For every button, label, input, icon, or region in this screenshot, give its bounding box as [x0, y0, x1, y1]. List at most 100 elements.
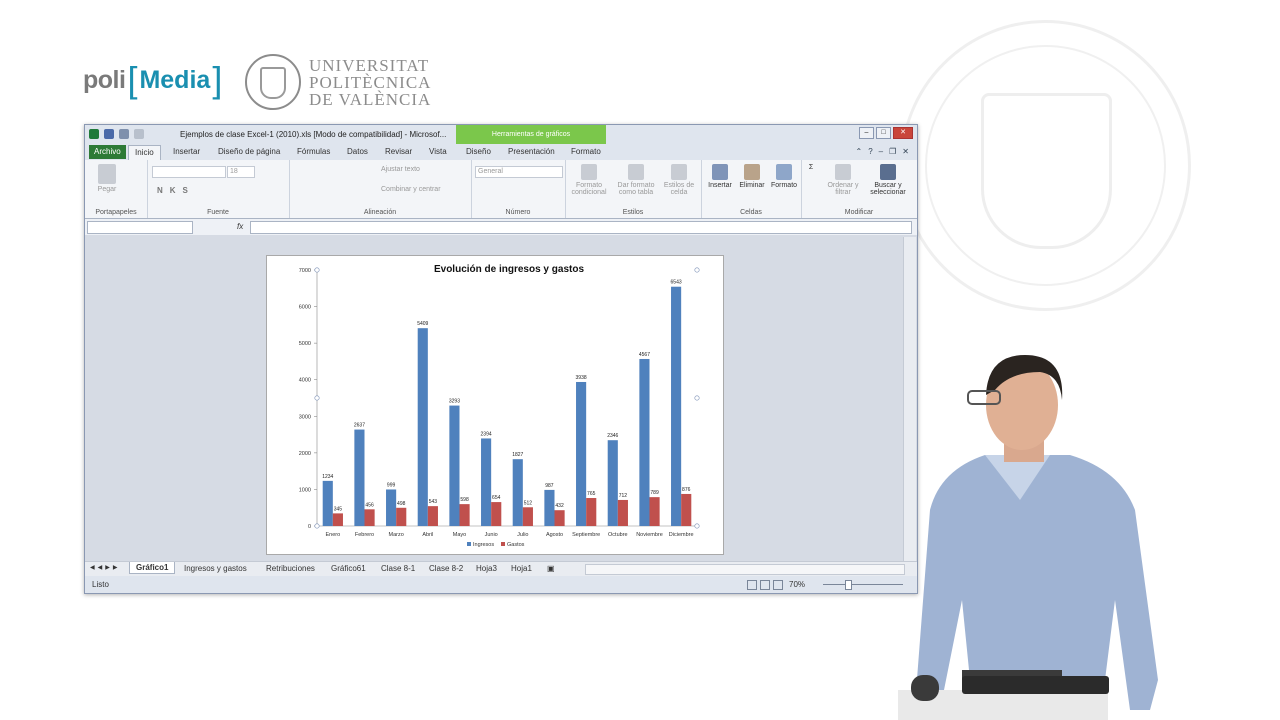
excel-app-icon[interactable] [89, 129, 99, 139]
data-label: 512 [524, 500, 533, 506]
upv-logo: UNIVERSITAT POLITÈCNICA DE VALÈNCIA [245, 54, 431, 110]
data-label: 654 [492, 495, 501, 501]
zoom-slider-handle[interactable] [845, 580, 852, 590]
tab-formulas[interactable]: Fórmulas [297, 147, 330, 156]
ribbon-help-controls: ⌃ ? – ❐ ✕ [856, 147, 909, 156]
sheet-tab-clase-8-2[interactable]: Clase 8-2 [429, 564, 463, 573]
normal-view-icon[interactable] [747, 580, 757, 590]
new-sheet-icon[interactable]: ▣ [547, 564, 555, 573]
wrap-text-button[interactable]: Ajustar texto [381, 166, 420, 173]
group-label-fuente: Fuente [207, 209, 229, 216]
bar-ingresos [354, 429, 365, 526]
help-icon[interactable]: ? [868, 147, 872, 156]
zoom-slider[interactable] [823, 584, 903, 585]
insert-function-icon[interactable]: fx [237, 222, 243, 231]
sheet-tab-hoja1[interactable]: Hoja1 [511, 564, 532, 573]
tab-diseno-pagina[interactable]: Diseño de página [218, 147, 280, 156]
bar-gastos [332, 513, 343, 526]
selection-handle [694, 523, 700, 529]
sheet-tab-clase-8-1[interactable]: Clase 8-1 [381, 564, 415, 573]
tab-insertar[interactable]: Insertar [173, 147, 200, 156]
cell-styles-button[interactable]: Estilos de celda [661, 164, 697, 196]
window-minimize-small-icon[interactable]: – [879, 147, 883, 156]
tab-vista[interactable]: Vista [429, 147, 447, 156]
worksheet-area: Evolución de ingresos y gastos 0 1000 2000 3… [85, 237, 903, 561]
bar-ingresos [576, 381, 587, 526]
tab-diseno[interactable]: Diseño [466, 147, 491, 156]
close-button[interactable]: ✕ [893, 127, 913, 139]
chart-area[interactable]: Evolución de ingresos y gastos 0 1000 2000 3… [266, 255, 724, 555]
find-select-button[interactable]: Buscar y seleccionar [865, 164, 911, 196]
selection-handle [694, 267, 700, 273]
font-name-select[interactable] [152, 166, 226, 178]
page-layout-view-icon[interactable] [760, 580, 770, 590]
page-break-view-icon[interactable] [773, 580, 783, 590]
maximize-button[interactable]: □ [876, 127, 891, 139]
tab-presentacion[interactable]: Presentación [508, 147, 555, 156]
group-alineacion: Ajustar texto Combinar y centrar Alineac… [289, 160, 472, 218]
group-modificar: Σ Ordenar y filtrar Buscar y seleccionar… [801, 160, 917, 218]
paste-button[interactable]: Pegar [93, 164, 121, 193]
bar-gastos [364, 509, 375, 526]
number-format-select[interactable]: General [475, 166, 563, 178]
conditional-format-button[interactable]: Formato condicional [569, 164, 609, 196]
tab-revisar[interactable]: Revisar [385, 147, 412, 156]
tab-datos[interactable]: Datos [347, 147, 368, 156]
sheet-tab-ingresos-gastos[interactable]: Ingresos y gastos [184, 564, 247, 573]
minimize-ribbon-icon[interactable]: ⌃ [856, 147, 863, 156]
font-size-select[interactable]: 18 [227, 166, 255, 178]
paste-icon [98, 164, 116, 184]
autosum-icon[interactable]: Σ [805, 164, 817, 171]
sheet-tab-retribuciones[interactable]: Retribuciones [266, 564, 315, 573]
undo-icon[interactable] [119, 129, 129, 139]
format-as-table-label: Dar formato como tabla [617, 182, 655, 196]
data-label: 2346 [607, 433, 618, 439]
horizontal-scrollbar[interactable] [585, 564, 905, 575]
y-tick-label: 0 [308, 524, 311, 530]
window-restore-small-icon[interactable]: ❐ [889, 147, 896, 156]
sort-filter-button[interactable]: Ordenar y filtrar [823, 164, 863, 196]
bar-ingresos [512, 459, 523, 526]
insert-cells-label: Insertar [708, 182, 732, 189]
legend-swatch-ingresos [467, 542, 471, 546]
chart-title: Evolución de ingresos y gastos [434, 264, 584, 275]
x-tick-label: Diciembre [669, 532, 694, 538]
x-tick-label: Octubre [608, 532, 628, 538]
y-tick-label: 2000 [299, 451, 311, 457]
tab-formato[interactable]: Formato [571, 147, 601, 156]
chart-svg[interactable]: Evolución de ingresos y gastos 0 1000 2000 3… [267, 256, 723, 554]
group-fuente: 18 NKS Fuente [147, 160, 290, 218]
group-label-numero: Número [505, 209, 531, 216]
sheet-tab-hoja3[interactable]: Hoja3 [476, 564, 497, 573]
x-tick-label: Enero [325, 532, 340, 538]
format-cells-label: Formato [770, 182, 798, 189]
window-close-small-icon[interactable]: ✕ [902, 147, 909, 156]
bar-gastos [681, 493, 692, 526]
presenter-figure [915, 355, 1158, 710]
tab-archivo[interactable]: Archivo [89, 145, 126, 159]
formula-input[interactable] [250, 221, 912, 234]
sheet-tab-grafico61[interactable]: Gráfico61 [331, 564, 366, 573]
sheet-tab-grafico1[interactable]: Gráfico1 [129, 562, 176, 574]
insert-cells-button[interactable]: Insertar [705, 164, 735, 189]
upv-name: UNIVERSITAT POLITÈCNICA DE VALÈNCIA [309, 57, 431, 108]
bar-gastos [396, 507, 407, 526]
bar-gastos [617, 499, 628, 526]
merge-center-button[interactable]: Combinar y centrar [381, 186, 441, 193]
data-label: 789 [650, 490, 659, 496]
format-cells-button[interactable]: Formato [769, 164, 799, 189]
paste-label: Pegar [97, 186, 117, 193]
format-as-table-button[interactable]: Dar formato como tabla [613, 164, 659, 196]
delete-cells-button[interactable]: Eliminar [736, 164, 768, 189]
tab-inicio[interactable]: Inicio [128, 145, 161, 161]
name-box[interactable] [87, 221, 193, 234]
sheet-navigation-arrows[interactable]: ◀◀▶▶ [90, 564, 120, 571]
save-icon[interactable] [104, 129, 114, 139]
data-label: 1234 [322, 474, 333, 480]
cell-styles-icon [671, 164, 687, 180]
redo-icon[interactable] [134, 129, 144, 139]
sort-filter-icon [835, 164, 851, 180]
minimize-button[interactable]: – [859, 127, 874, 139]
polimedia-logo-text-poli: poli [83, 65, 126, 94]
font-style-buttons[interactable]: NKS [157, 186, 195, 195]
